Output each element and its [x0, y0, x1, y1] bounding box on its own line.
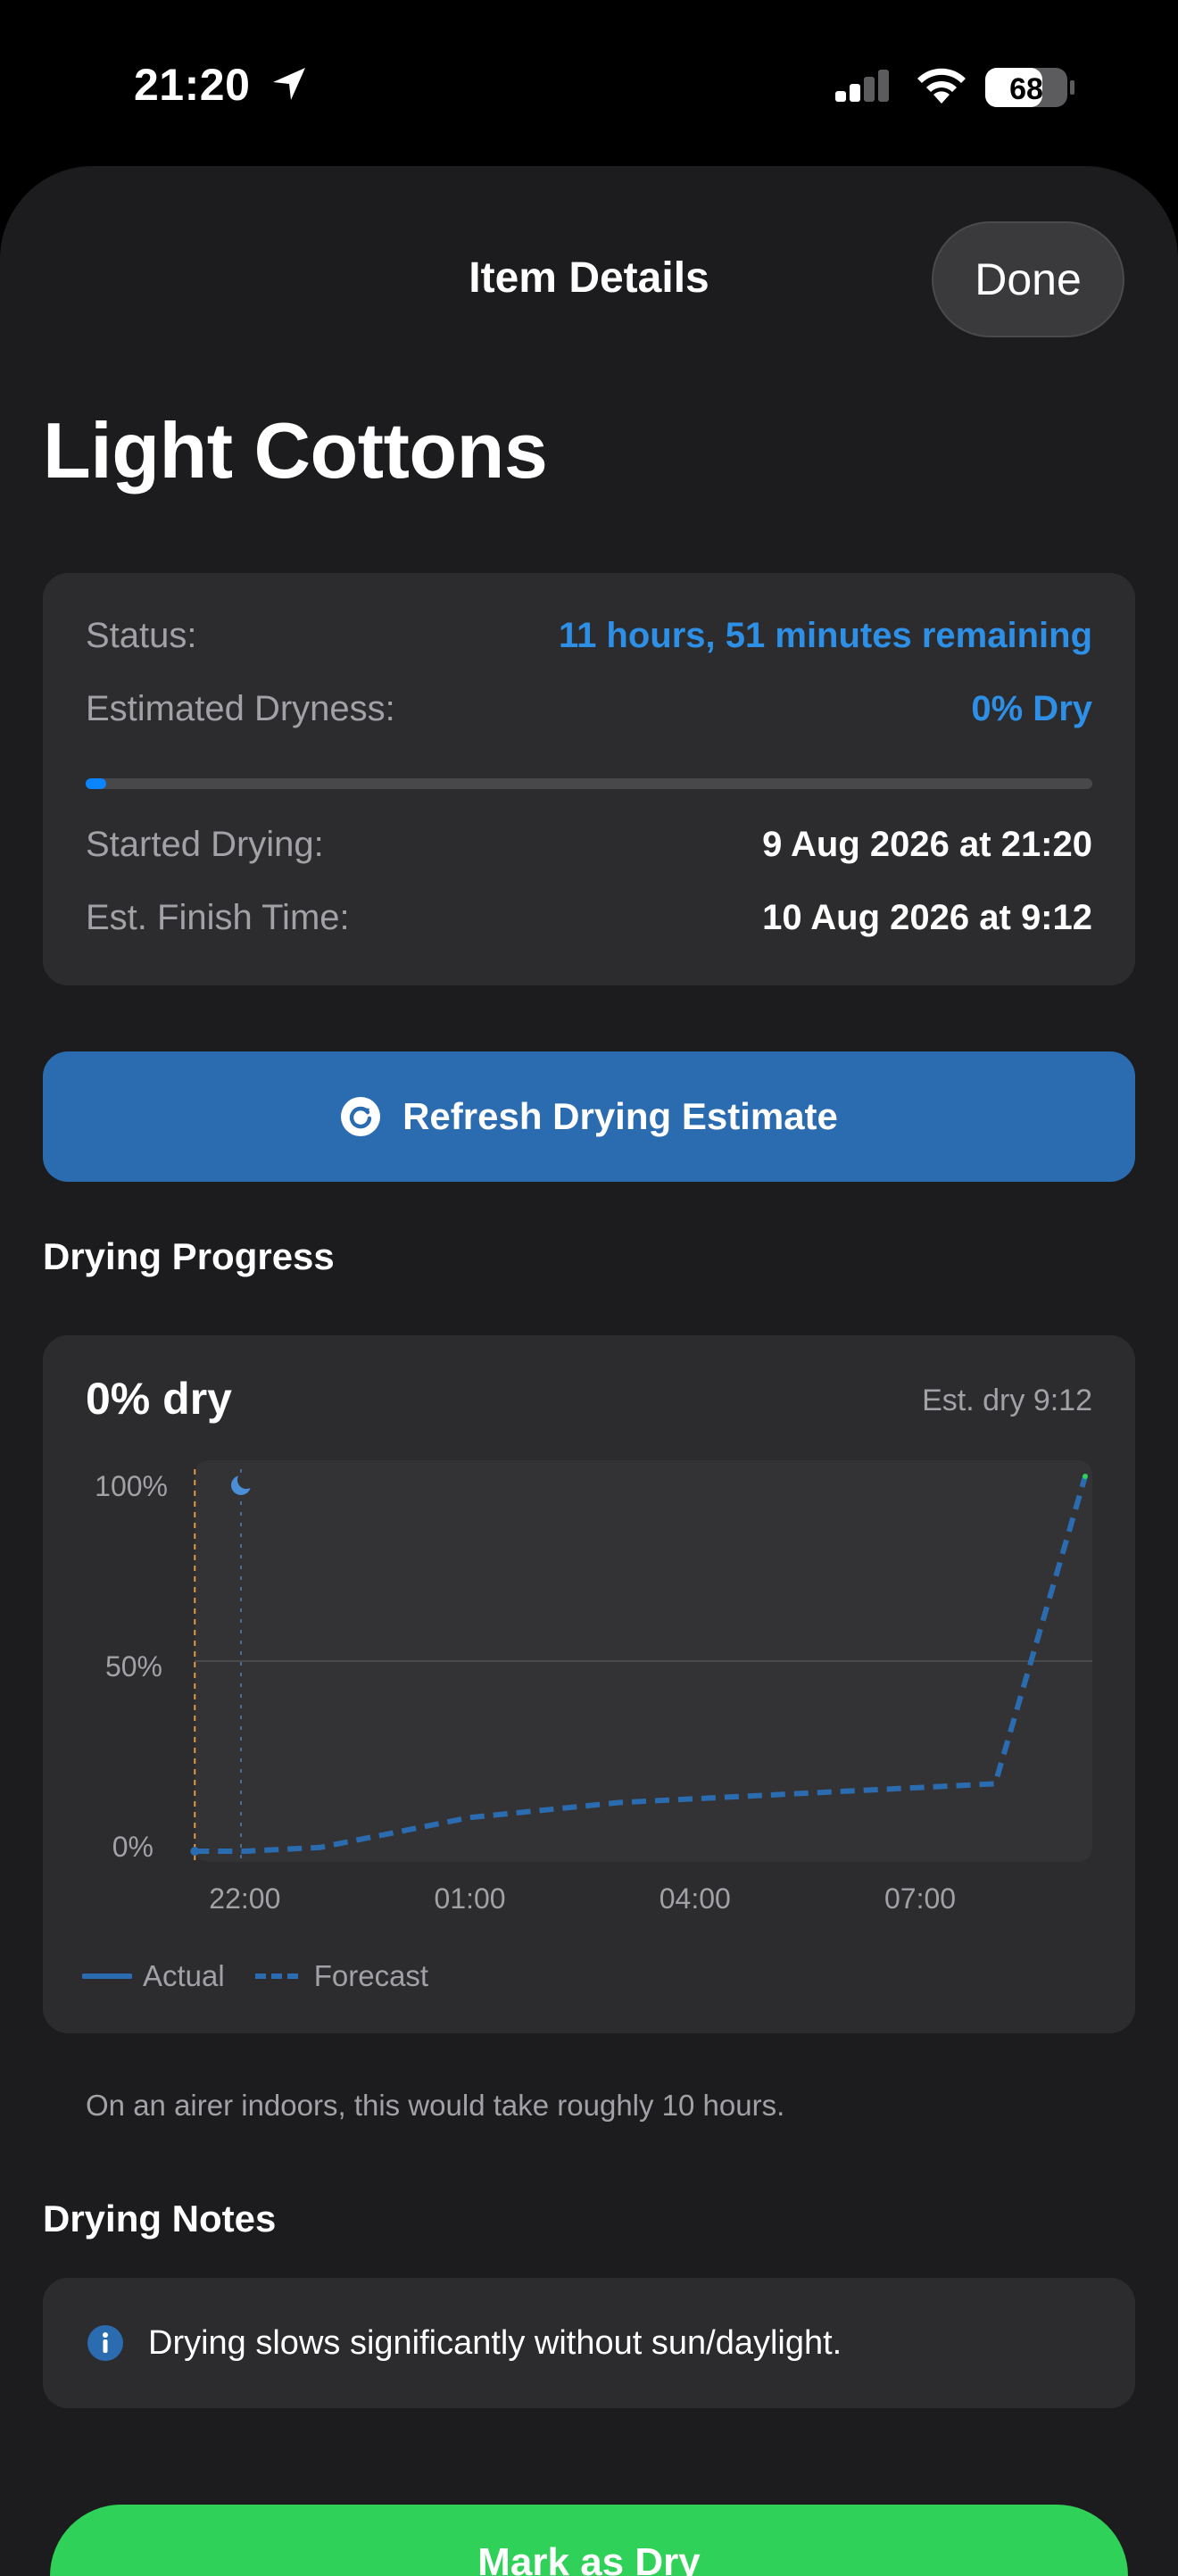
item-details-sheet: Item Details Done Light Cottons Status: …: [0, 166, 1178, 2576]
mark-as-dry-button[interactable]: Mark as Dry: [50, 2505, 1128, 2576]
x-tick-label: 01:00: [435, 1882, 506, 1915]
dryness-progress-bar: [86, 778, 1092, 789]
drying-progress-heading: Drying Progress: [43, 1235, 335, 1277]
started-row: Started Drying: 9 Aug 2026 at 21:20: [86, 825, 1092, 878]
wifi-icon: [917, 68, 966, 104]
done-button[interactable]: Done: [932, 221, 1124, 337]
legend-forecast-swatch: [254, 1974, 302, 1979]
dryness-row: Estimated Dryness: 0% Dry: [86, 689, 1092, 743]
refresh-estimate-label: Refresh Drying Estimate: [402, 1095, 838, 1137]
refresh-estimate-button[interactable]: Refresh Drying Estimate: [43, 1051, 1135, 1182]
x-tick-label: 22:00: [209, 1882, 280, 1915]
series-forecast-point: [1083, 1474, 1088, 1479]
started-value: 9 Aug 2026 at 21:20: [762, 825, 1092, 864]
drying-note-card: Drying slows significantly without sun/d…: [43, 2278, 1135, 2408]
status-value: 11 hours, 51 minutes remaining: [559, 616, 1092, 655]
cellular-signal-icon: [835, 70, 889, 102]
legend-actual: Actual: [82, 1959, 225, 1993]
x-tick-label: 07:00: [884, 1882, 956, 1915]
chart-footnote: On an airer indoors, this would take rou…: [86, 2089, 785, 2122]
legend-forecast: Forecast: [253, 1959, 428, 1993]
battery-icon: 68: [985, 68, 1074, 107]
info-icon: [87, 2325, 123, 2361]
dryness-progress-fill: [86, 778, 106, 789]
legend-actual-label: Actual: [143, 1959, 225, 1992]
mark-as-dry-label: Mark as Dry: [477, 2540, 701, 2576]
finish-row: Est. Finish Time: 10 Aug 2026 at 9:12: [86, 898, 1092, 951]
refresh-icon: [341, 1097, 381, 1136]
started-label: Started Drying:: [86, 825, 324, 864]
status-row: Status: 11 hours, 51 minutes remaining: [86, 616, 1092, 669]
x-tick-label: 04:00: [660, 1882, 731, 1915]
finish-value: 10 Aug 2026 at 9:12: [762, 898, 1092, 937]
drying-note-text: Drying slows significantly without sun/d…: [148, 2323, 842, 2362]
status-label: Status:: [86, 616, 197, 655]
dryness-label: Estimated Dryness:: [86, 689, 395, 728]
y-tick-label: 0%: [112, 1831, 153, 1863]
chart-legend: Actual Forecast: [82, 1958, 428, 1994]
legend-actual-swatch: [82, 1974, 132, 1979]
dryness-value: 0% Dry: [971, 689, 1092, 728]
status-card: Status: 11 hours, 51 minutes remaining E…: [43, 573, 1135, 985]
drying-note: Drying slows significantly without sun/d…: [86, 2278, 842, 2408]
location-arrow-icon: [273, 68, 305, 100]
status-time: 21:20: [134, 60, 251, 110]
y-tick-label: 50%: [105, 1650, 162, 1683]
drying-notes-heading: Drying Notes: [43, 2198, 277, 2239]
item-name: Light Cottons: [43, 406, 548, 494]
legend-forecast-label: Forecast: [313, 1959, 429, 1992]
drying-chart-card: 0% dry Est. dry 9:12 100% 50% 0% 22:00 01…: [43, 1335, 1135, 2033]
finish-label: Est. Finish Time:: [86, 898, 350, 937]
drying-progress-chart: 100% 50% 0% 22:00 01:00 04:00 07:00: [95, 1460, 1092, 1915]
status-bar: 21:20 68: [0, 0, 1178, 170]
battery-percent: 68: [1009, 72, 1043, 106]
y-tick-label: 100%: [95, 1470, 168, 1502]
